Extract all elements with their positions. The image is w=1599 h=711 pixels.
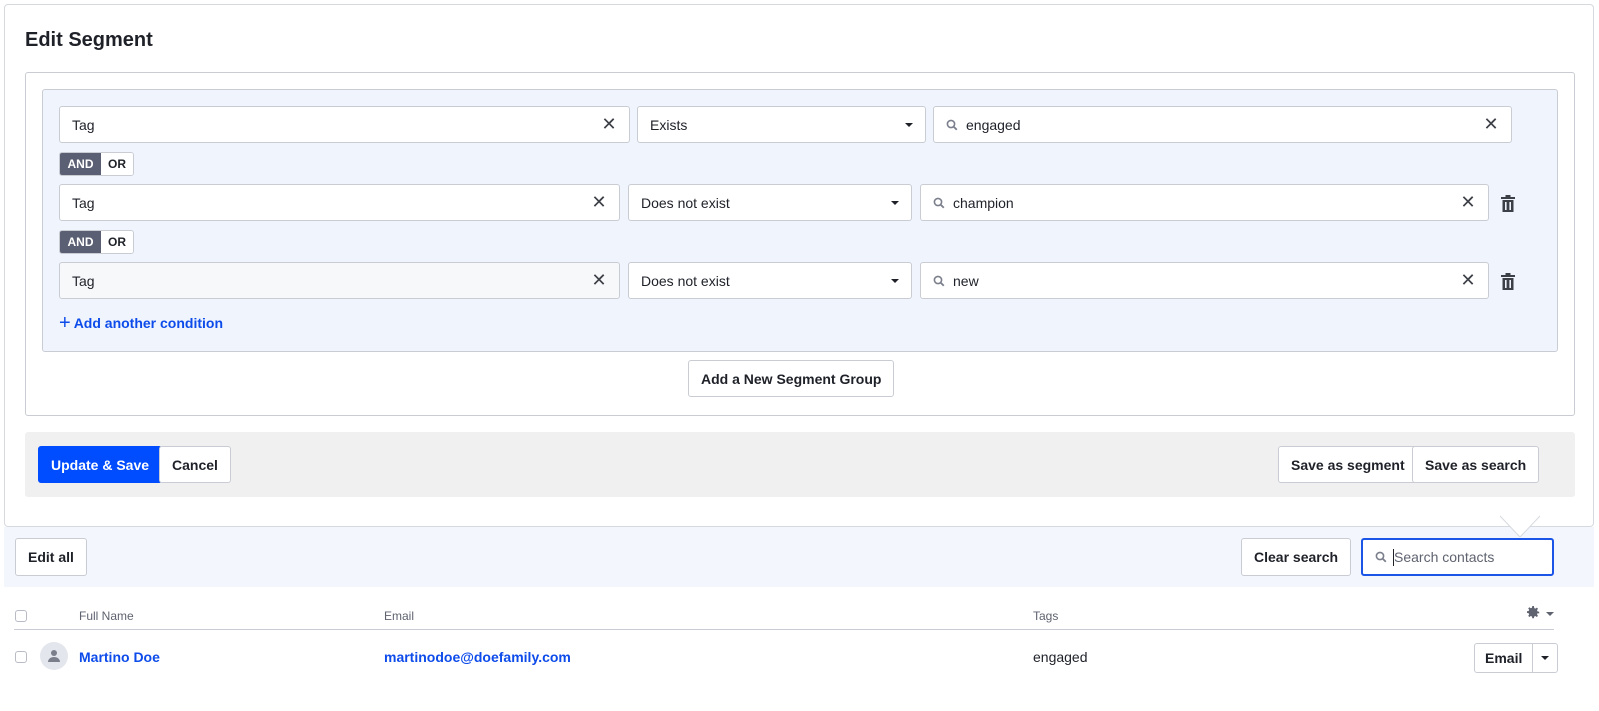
segment-group: Tag ✕ Exists engaged ✕ AND OR Tag ✕ Does… bbox=[42, 89, 1558, 352]
avatar bbox=[40, 642, 68, 670]
condition-operator-select[interactable]: Exists bbox=[637, 106, 926, 143]
search-icon bbox=[933, 197, 945, 209]
save-as-segment-button[interactable]: Save as segment bbox=[1278, 446, 1418, 483]
column-settings-button[interactable] bbox=[1527, 606, 1554, 622]
condition-value-input[interactable]: champion ✕ bbox=[920, 184, 1489, 221]
search-icon bbox=[1375, 551, 1387, 563]
search-contacts-input[interactable] bbox=[1394, 549, 1544, 565]
contact-tags: engaged bbox=[1033, 649, 1088, 665]
contacts-toolbar bbox=[4, 527, 1594, 587]
edit-all-button[interactable]: Edit all bbox=[15, 538, 87, 576]
row-checkbox[interactable] bbox=[15, 651, 27, 663]
add-segment-group-button[interactable]: Add a New Segment Group bbox=[688, 360, 895, 397]
clear-icon[interactable]: ✕ bbox=[599, 114, 619, 135]
action-bar: Update & Save Cancel Save as segment Sav… bbox=[25, 432, 1575, 497]
logic-or-button[interactable]: OR bbox=[101, 153, 133, 175]
cancel-button[interactable]: Cancel bbox=[159, 446, 231, 483]
condition-value-text: engaged bbox=[966, 116, 1021, 133]
add-condition-label: Add another condition bbox=[73, 315, 224, 331]
condition-operator-value: Does not exist bbox=[641, 194, 730, 211]
search-contacts-field[interactable] bbox=[1361, 538, 1554, 576]
condition-operator-value: Does not exist bbox=[641, 272, 730, 289]
clear-icon[interactable]: ✕ bbox=[589, 270, 609, 291]
caret-down-icon bbox=[1546, 612, 1554, 616]
gear-icon bbox=[1527, 606, 1540, 622]
clear-icon[interactable]: ✕ bbox=[1481, 114, 1501, 135]
condition-value-text: champion bbox=[953, 194, 1014, 211]
segment-groups-container: Tag ✕ Exists engaged ✕ AND OR Tag ✕ Does… bbox=[25, 72, 1575, 416]
column-header-email[interactable]: Email bbox=[384, 609, 414, 623]
email-button[interactable]: Email bbox=[1475, 644, 1534, 672]
logic-toggle: AND OR bbox=[59, 230, 134, 254]
condition-operator-select[interactable]: Does not exist bbox=[628, 262, 912, 299]
condition-operator-value: Exists bbox=[650, 116, 688, 133]
caret-down-icon bbox=[891, 278, 899, 283]
clear-icon[interactable]: ✕ bbox=[1458, 270, 1478, 291]
column-header-full-name[interactable]: Full Name bbox=[79, 609, 134, 623]
search-icon bbox=[933, 275, 945, 287]
trash-icon[interactable] bbox=[1499, 193, 1517, 213]
edit-segment-panel: Edit Segment Tag ✕ Exists engaged ✕ AND bbox=[4, 4, 1594, 527]
logic-and-button[interactable]: AND bbox=[60, 153, 101, 175]
email-action-split-button: Email bbox=[1474, 643, 1559, 673]
logic-or-button[interactable]: OR bbox=[101, 231, 133, 253]
update-save-button[interactable]: Update & Save bbox=[38, 446, 163, 483]
trash-icon[interactable] bbox=[1499, 271, 1517, 291]
caret-down-icon bbox=[905, 122, 913, 127]
condition-value-input[interactable]: engaged ✕ bbox=[933, 106, 1512, 143]
clear-icon[interactable]: ✕ bbox=[589, 192, 609, 213]
contact-email-link[interactable]: martinodoe@doefamily.com bbox=[384, 649, 571, 665]
search-icon bbox=[946, 119, 958, 131]
condition-field-select[interactable]: Tag ✕ bbox=[59, 106, 630, 143]
condition-value-text: new bbox=[953, 272, 979, 289]
popover-pointer bbox=[1500, 515, 1540, 537]
logic-toggle: AND OR bbox=[59, 152, 134, 176]
select-all-checkbox[interactable] bbox=[15, 610, 27, 622]
clear-icon[interactable]: ✕ bbox=[1458, 192, 1478, 213]
plus-icon: + bbox=[59, 312, 71, 334]
logic-and-button[interactable]: AND bbox=[60, 231, 101, 253]
caret-down-icon bbox=[891, 200, 899, 205]
save-as-search-button[interactable]: Save as search bbox=[1412, 446, 1540, 483]
condition-field-select[interactable]: Tag ✕ bbox=[59, 184, 620, 221]
condition-operator-select[interactable]: Does not exist bbox=[628, 184, 912, 221]
clear-search-button[interactable]: Clear search bbox=[1241, 538, 1352, 576]
page-title: Edit Segment bbox=[25, 29, 153, 51]
condition-field-select[interactable]: Tag ✕ bbox=[59, 262, 620, 299]
condition-field-value: Tag bbox=[72, 194, 95, 211]
table-header: Full Name Email Tags bbox=[14, 604, 1554, 630]
condition-value-input[interactable]: new ✕ bbox=[920, 262, 1489, 299]
add-condition-link[interactable]: + Add another condition bbox=[59, 312, 224, 334]
table-row: Martino Doe martinodoe@doefamily.com eng… bbox=[14, 630, 1559, 686]
condition-field-value: Tag bbox=[72, 116, 95, 133]
condition-field-value: Tag bbox=[72, 272, 95, 289]
email-dropdown-toggle[interactable] bbox=[1533, 644, 1557, 672]
column-header-tags[interactable]: Tags bbox=[1033, 609, 1058, 623]
caret-down-icon bbox=[1541, 656, 1550, 660]
person-icon bbox=[48, 650, 60, 662]
contact-name-link[interactable]: Martino Doe bbox=[79, 649, 160, 665]
